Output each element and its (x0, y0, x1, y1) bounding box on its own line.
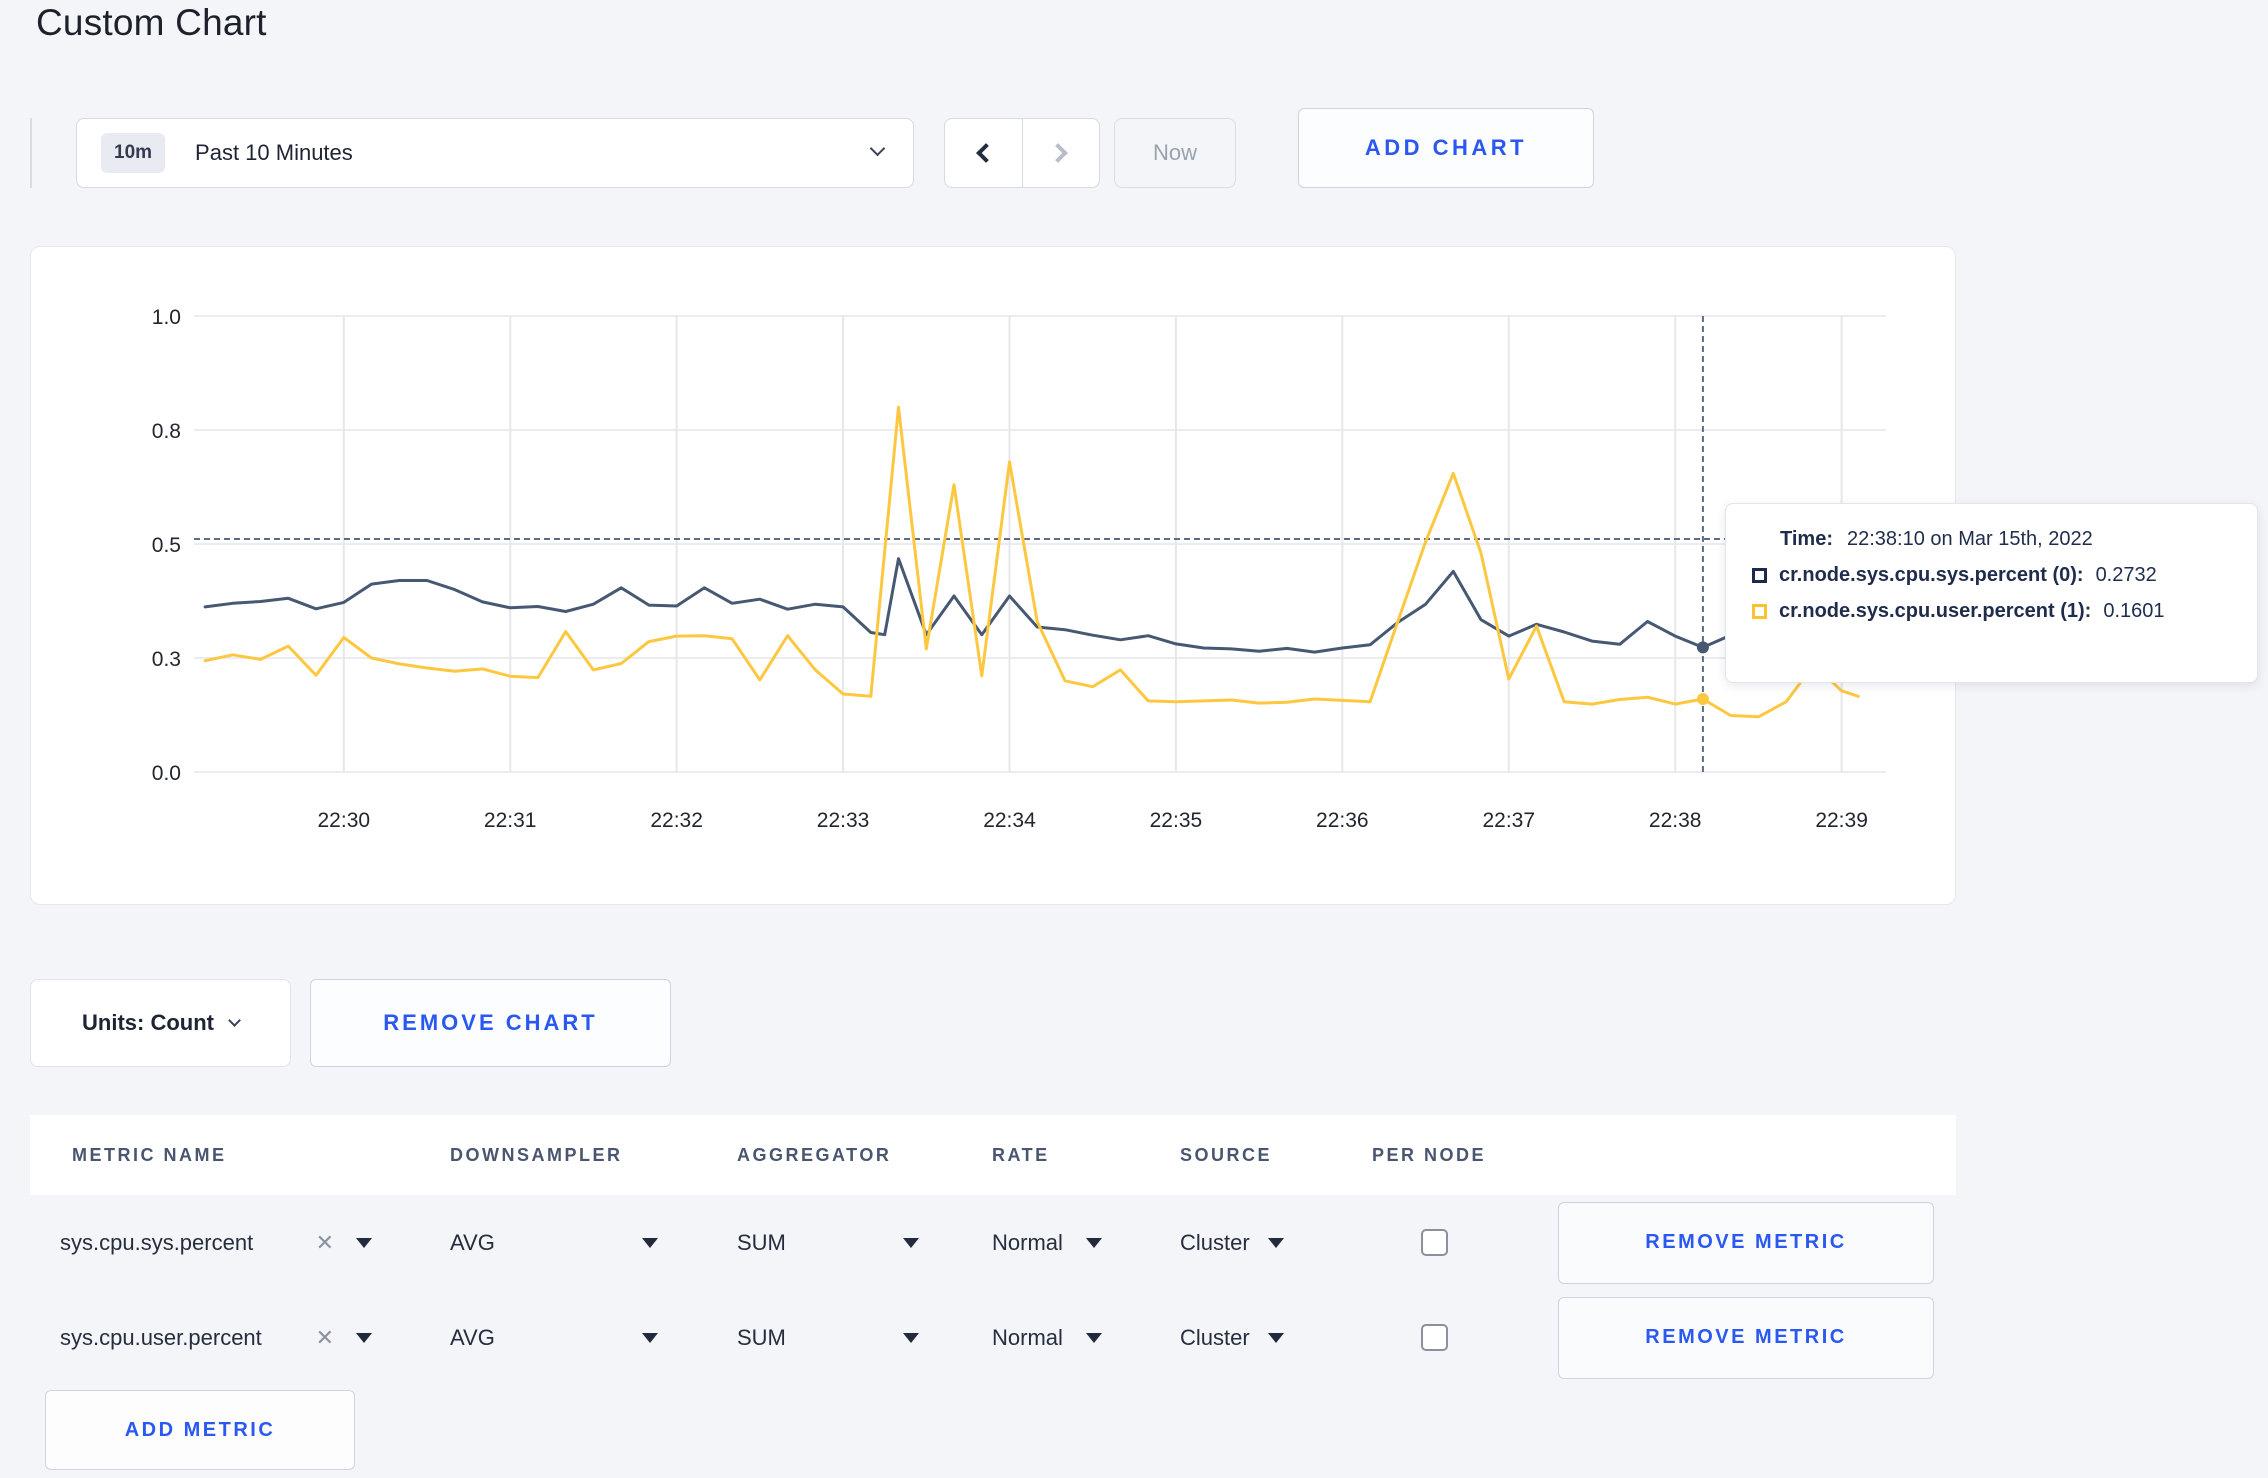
tooltip-time-value: 22:38:10 on Mar 15th, 2022 (1846, 528, 2093, 550)
svg-text:22:39: 22:39 (1815, 809, 1868, 832)
chevron-down-icon (869, 140, 886, 157)
aggregator-select[interactable]: SUM (737, 1230, 919, 1256)
svg-text:22:31: 22:31 (484, 809, 537, 832)
header-source: SOURCE (1180, 1144, 1273, 1165)
metric-row: sys.cpu.user.percent ✕ AVG SUM Normal Cl… (30, 1290, 1956, 1385)
header-downsampler: DOWNSAMPLER (450, 1144, 623, 1165)
units-label: Units: Count (82, 1010, 214, 1035)
tooltip-series-row: cr.node.sys.cpu.user.percent (1): 0.1601 (1752, 600, 2257, 623)
caret-down-icon (1268, 1332, 1284, 1343)
svg-text:22:35: 22:35 (1150, 809, 1203, 832)
chevron-right-icon (1047, 143, 1068, 163)
svg-text:0.5: 0.5 (152, 534, 181, 557)
per-node-checkbox[interactable] (1421, 1324, 1448, 1351)
caret-down-icon (1268, 1237, 1284, 1248)
source-select[interactable]: Cluster (1180, 1230, 1284, 1256)
remove-metric-button[interactable]: REMOVE METRIC (1558, 1296, 1934, 1379)
caret-down-icon (903, 1237, 919, 1248)
rate-select[interactable]: Normal (992, 1325, 1102, 1351)
svg-text:0.8: 0.8 (152, 420, 181, 443)
user-series-marker-icon (1752, 604, 1767, 619)
remove-chart-button[interactable]: REMOVE CHART (310, 979, 671, 1067)
metric-row: sys.cpu.sys.percent ✕ AVG SUM Normal Clu… (30, 1195, 1956, 1290)
time-pager (944, 118, 1100, 188)
add-chart-button[interactable]: ADD CHART (1298, 108, 1594, 188)
header-rate: RATE (992, 1144, 1050, 1165)
per-node-checkbox[interactable] (1421, 1229, 1448, 1256)
svg-text:22:34: 22:34 (983, 809, 1036, 832)
cpu-line-chart[interactable]: 0.0 0.3 0.5 0.8 1.0 22:30 22:31 22:32 22:33 22:34… (31, 247, 1954, 903)
add-metric-button[interactable]: ADD METRIC (45, 1390, 355, 1470)
chevron-down-icon (228, 1014, 241, 1027)
svg-text:0.3: 0.3 (152, 648, 181, 671)
svg-text:22:30: 22:30 (318, 809, 371, 832)
svg-text:22:36: 22:36 (1316, 809, 1369, 832)
remove-metric-button[interactable]: REMOVE METRIC (1558, 1201, 1934, 1284)
metrics-table: METRIC NAME DOWNSAMPLER AGGREGATOR RATE … (30, 1115, 1956, 1470)
aggregator-select[interactable]: SUM (737, 1325, 919, 1351)
time-range-badge: 10m (101, 133, 166, 173)
source-value: Cluster (1180, 1229, 1250, 1255)
caret-down-icon (1086, 1237, 1102, 1248)
caret-down-icon (1086, 1332, 1102, 1343)
caret-down-icon (356, 1332, 372, 1343)
aggregator-value: SUM (737, 1229, 786, 1255)
tooltip-time-label: Time: (1780, 528, 1833, 550)
tooltip-time-row: Time: 22:38:10 on Mar 15th, 2022 (1780, 528, 2257, 551)
metrics-table-header: METRIC NAME DOWNSAMPLER AGGREGATOR RATE … (30, 1115, 1956, 1195)
rate-select[interactable]: Normal (992, 1230, 1102, 1256)
tooltip-series-label: cr.node.sys.cpu.user.percent (1): (1779, 600, 2092, 622)
chart-card: 0.0 0.3 0.5 0.8 1.0 22:30 22:31 22:32 22:33 22:34… (30, 246, 1956, 905)
downsampler-value: AVG (450, 1229, 495, 1255)
chart-tooltip: Time: 22:38:10 on Mar 15th, 2022 cr.node… (1725, 503, 2258, 683)
svg-text:0.0: 0.0 (152, 762, 181, 785)
sys-series-marker-icon (1752, 568, 1767, 583)
header-metric-name: METRIC NAME (72, 1144, 227, 1165)
tooltip-series-row: cr.node.sys.cpu.sys.percent (0): 0.2732 (1752, 564, 2257, 587)
rate-value: Normal (992, 1324, 1063, 1350)
metric-name-value: sys.cpu.sys.percent (60, 1229, 254, 1255)
header-aggregator: AGGREGATOR (737, 1144, 892, 1165)
rate-value: Normal (992, 1229, 1063, 1255)
downsampler-select[interactable]: AVG (450, 1230, 658, 1256)
now-button[interactable]: Now (1114, 118, 1236, 188)
tooltip-series-label: cr.node.sys.cpu.sys.percent (0): (1779, 564, 2084, 586)
source-value: Cluster (1180, 1324, 1250, 1350)
downsampler-select[interactable]: AVG (450, 1325, 658, 1351)
svg-text:22:37: 22:37 (1482, 809, 1535, 832)
tooltip-series-value: 0.1601 (2103, 600, 2165, 622)
custom-chart-page: Custom Chart 10m Past 10 Minutes Now ADD… (0, 0, 2268, 1478)
caret-down-icon (356, 1237, 372, 1248)
svg-text:22:33: 22:33 (817, 809, 870, 832)
units-select[interactable]: Units: Count (30, 979, 291, 1067)
metric-name-select[interactable]: sys.cpu.sys.percent ✕ (60, 1230, 372, 1256)
time-range-select[interactable]: 10m Past 10 Minutes (76, 118, 914, 188)
svg-text:22:32: 22:32 (650, 809, 703, 832)
prev-time-button[interactable] (945, 119, 1023, 187)
next-time-button[interactable] (1023, 119, 1100, 187)
svg-text:22:38: 22:38 (1649, 809, 1702, 832)
time-range-label: Past 10 Minutes (195, 140, 353, 165)
toolbar-divider (30, 118, 32, 188)
caret-down-icon (642, 1332, 658, 1343)
remove-metric-x-icon[interactable]: ✕ (316, 1325, 334, 1351)
caret-down-icon (903, 1332, 919, 1343)
tooltip-series-value: 0.2732 (2095, 564, 2157, 586)
page-title: Custom Chart (36, 2, 267, 43)
metric-name-select[interactable]: sys.cpu.user.percent ✕ (60, 1325, 372, 1351)
metric-name-value: sys.cpu.user.percent (60, 1324, 262, 1350)
downsampler-value: AVG (450, 1324, 495, 1350)
header-per-node: PER NODE (1372, 1144, 1487, 1165)
aggregator-value: SUM (737, 1324, 786, 1350)
caret-down-icon (642, 1237, 658, 1248)
chevron-left-icon (976, 143, 997, 163)
remove-metric-x-icon[interactable]: ✕ (316, 1230, 334, 1256)
source-select[interactable]: Cluster (1180, 1325, 1284, 1351)
svg-text:1.0: 1.0 (152, 306, 181, 329)
